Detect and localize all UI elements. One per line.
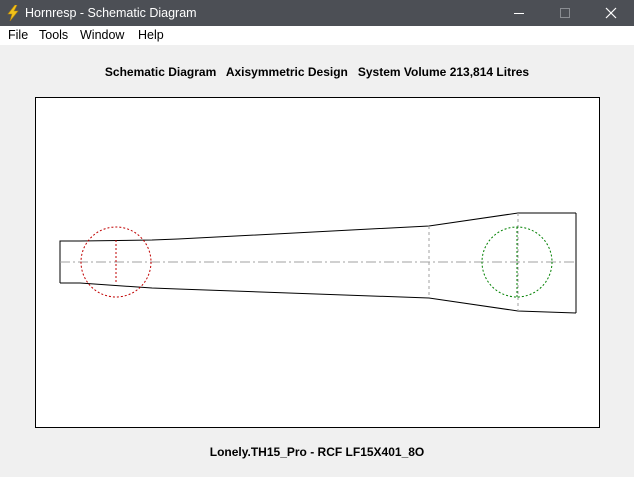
minimize-button[interactable] [496,0,542,26]
menu-tools[interactable]: Tools [39,28,68,43]
maximize-icon [560,8,570,18]
menu-file[interactable]: File [8,28,28,43]
horn-outline-bottom [60,282,577,314]
app-window: Hornresp - Schematic Diagram File Tools … [0,0,634,477]
schematic-diagram-canvas [59,212,577,314]
menu-bar: File Tools Window Help [0,26,634,45]
menu-window[interactable]: Window [80,28,124,43]
horn-outline-top [59,212,576,242]
title-bar[interactable]: Hornresp - Schematic Diagram [0,0,634,26]
menu-help[interactable]: Help [138,28,164,43]
diagram-footer: Lonely.TH15_Pro - RCF LF15X401_8O [209,445,425,459]
maximize-button[interactable] [542,0,588,26]
schematic-diagram-panel [35,97,600,428]
diagram-heading: Schematic Diagram Axisymmetric Design Sy… [104,65,530,79]
lightning-bolt-icon [5,4,21,22]
window-title: Hornresp - Schematic Diagram [25,6,197,20]
minimize-icon [514,13,524,14]
close-icon [605,7,617,19]
close-button[interactable] [588,0,634,26]
